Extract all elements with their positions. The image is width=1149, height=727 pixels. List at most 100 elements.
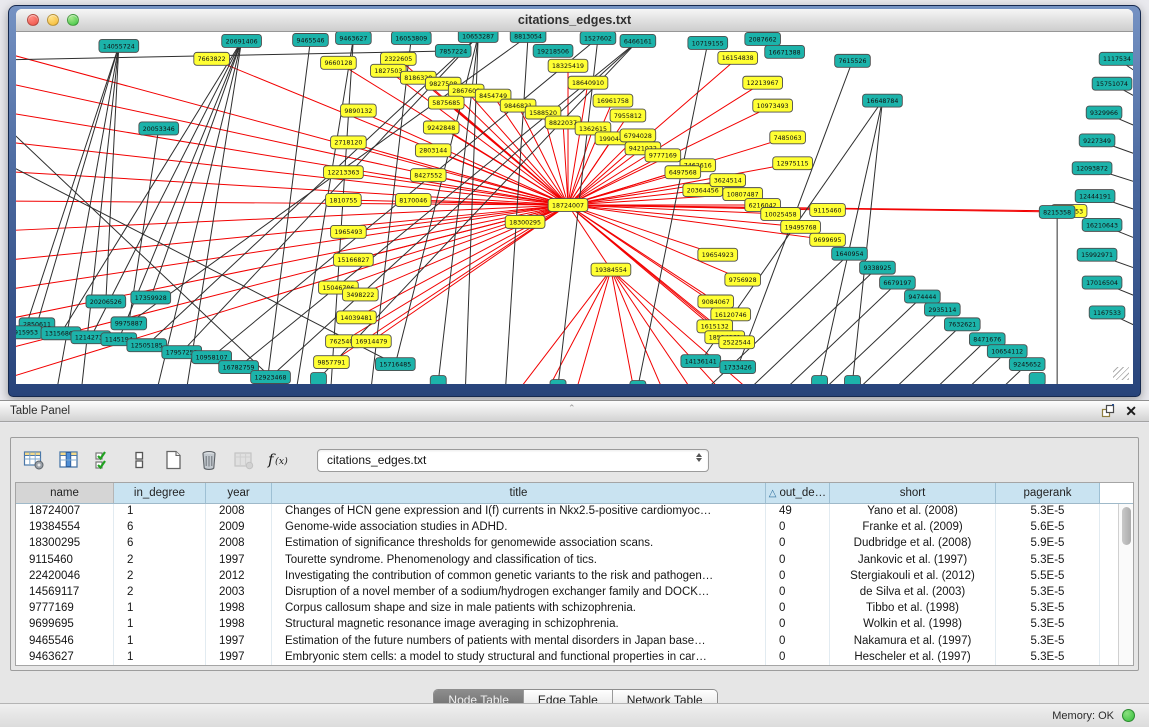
network-node[interactable]: 1117534	[1099, 52, 1133, 65]
network-node[interactable]: 14039481	[337, 311, 377, 324]
cell-pagerank[interactable]: 5.3E-5	[996, 650, 1100, 665]
network-node[interactable]: 1640954	[832, 247, 868, 260]
cell-short[interactable]: Wolkin et al. (1998)	[830, 617, 996, 633]
table-row[interactable]: 2242004622012Investigating the contribut…	[16, 569, 1133, 585]
network-node[interactable]	[812, 376, 828, 384]
network-node[interactable]: 20053346	[139, 122, 179, 135]
network-node[interactable]: 7663822	[194, 52, 230, 65]
cell-out_degree[interactable]: 0	[766, 585, 830, 601]
network-node[interactable]: 10653287	[458, 32, 498, 42]
cell-year[interactable]: 2003	[206, 585, 272, 601]
cell-year[interactable]: 2009	[206, 520, 272, 536]
cell-year[interactable]: 1998	[206, 601, 272, 617]
cell-title[interactable]: Structural magnetic resonance image aver…	[272, 617, 766, 633]
network-node[interactable]: 7485063	[770, 131, 806, 144]
network-canvas-svg[interactable]: 1872400723226051827503818632898275082867…	[16, 32, 1133, 384]
window-resize-grip[interactable]	[1113, 367, 1129, 380]
cell-in_degree[interactable]: 2	[114, 569, 206, 585]
cell-title[interactable]: Tourette syndrome. Phenomenology and cla…	[272, 553, 766, 569]
network-node[interactable]: 8427552	[410, 169, 446, 182]
network-node[interactable]: 12923468	[251, 371, 291, 384]
cell-year[interactable]: 1998	[206, 617, 272, 633]
cell-short[interactable]: Tibbo et al. (1998)	[830, 601, 996, 617]
cell-title[interactable]: Changes of HCN gene expression and I(f) …	[272, 504, 766, 520]
cell-year[interactable]: 1997	[206, 634, 272, 650]
cell-year[interactable]: 1997	[206, 553, 272, 569]
cell-name[interactable]: 9463627	[16, 650, 114, 665]
network-node[interactable]: 9242848	[423, 121, 459, 134]
network-node[interactable]: 6497568	[665, 166, 701, 179]
network-view-window[interactable]: citations_edges.txt 18724007232260518275…	[8, 5, 1141, 397]
cell-pagerank[interactable]: 5.6E-5	[996, 520, 1100, 536]
network-node[interactable]: 12444191	[1075, 190, 1115, 203]
cell-out_degree[interactable]: 0	[766, 634, 830, 650]
network-node[interactable]	[430, 376, 446, 384]
column-header-title[interactable]: title	[272, 483, 766, 503]
cell-in_degree[interactable]: 1	[114, 617, 206, 633]
cell-out_degree[interactable]: 0	[766, 536, 830, 552]
new-column-icon[interactable]	[159, 446, 189, 474]
network-node[interactable]: 7857224	[435, 44, 471, 57]
cell-pagerank[interactable]: 5.3E-5	[996, 585, 1100, 601]
cell-in_degree[interactable]: 2	[114, 553, 206, 569]
table-row[interactable]: 1830029562008Estimation of significance …	[16, 536, 1133, 552]
network-node[interactable]: 2087662	[745, 32, 781, 45]
network-window-titlebar[interactable]: citations_edges.txt	[16, 9, 1133, 32]
network-node[interactable]: 9975887	[111, 317, 147, 330]
network-node[interactable]: 19495768	[781, 220, 821, 233]
cell-title[interactable]: Estimation of the future numbers of pati…	[272, 634, 766, 650]
panel-resize-grip[interactable]: ⌃	[568, 403, 576, 414]
cell-pagerank[interactable]: 5.3E-5	[996, 634, 1100, 650]
cell-title[interactable]: Genome-wide association studies in ADHD.	[272, 520, 766, 536]
network-node[interactable]: 16154838	[718, 51, 758, 64]
cell-pagerank[interactable]: 5.3E-5	[996, 601, 1100, 617]
network-node[interactable]: 9474444	[905, 290, 941, 303]
column-header-out_degree[interactable]: △out_de…	[766, 483, 830, 503]
cell-title[interactable]: Estimation of significance thresholds fo…	[272, 536, 766, 552]
network-node[interactable]: 2718120	[331, 136, 367, 149]
function-builder-icon[interactable]: f (x)	[264, 446, 294, 474]
network-node[interactable]: 19218506	[533, 44, 573, 57]
table-row[interactable]: 969969511998Structural magnetic resonanc…	[16, 617, 1133, 633]
column-header-year[interactable]: year	[206, 483, 272, 503]
network-node[interactable]: 2935114	[925, 303, 961, 316]
network-node[interactable]	[845, 376, 861, 384]
vertical-scrollbar[interactable]	[1118, 504, 1133, 665]
cell-out_degree[interactable]: 0	[766, 553, 830, 569]
network-node[interactable]: 17016504	[1082, 276, 1122, 289]
cell-pagerank[interactable]: 5.5E-5	[996, 569, 1100, 585]
cell-name[interactable]: 18724007	[16, 504, 114, 520]
network-node[interactable]: 19654923	[698, 248, 738, 261]
cell-short[interactable]: Franke et al. (2009)	[830, 520, 996, 536]
cell-name[interactable]: 9777169	[16, 601, 114, 617]
cell-in_degree[interactable]: 2	[114, 585, 206, 601]
table-selector-dropdown[interactable]: citations_edges.txt	[317, 449, 709, 472]
network-node[interactable]: 8813054	[510, 32, 546, 42]
cell-short[interactable]: Dudbridge et al. (2008)	[830, 536, 996, 552]
network-node[interactable]: 8471676	[969, 333, 1005, 346]
network-node[interactable]: 12975115	[773, 157, 813, 170]
cell-out_degree[interactable]: 0	[766, 569, 830, 585]
network-node[interactable]: 10973493	[753, 99, 793, 112]
network-node[interactable]: 18724007	[548, 199, 588, 212]
network-node[interactable]: 19384554	[591, 263, 631, 276]
network-node[interactable]	[310, 373, 326, 384]
network-node[interactable]: 5875685	[428, 96, 464, 109]
table-row[interactable]: 1872400712008Changes of HCN gene express…	[16, 504, 1133, 520]
table-row[interactable]: 1938455462009Genome-wide association stu…	[16, 520, 1133, 536]
network-node[interactable]: 15716485	[375, 358, 415, 371]
cell-title[interactable]: Investigating the contribution of common…	[272, 569, 766, 585]
minimize-window-button[interactable]	[47, 14, 59, 26]
import-table-icon[interactable]	[229, 446, 259, 474]
show-column-icon[interactable]	[54, 446, 84, 474]
table-panel-header[interactable]: Table Panel ⌃ ✕	[0, 400, 1149, 422]
column-header-name[interactable]: name	[16, 483, 114, 503]
table-mode-icon[interactable]	[19, 446, 49, 474]
cell-year[interactable]: 2008	[206, 504, 272, 520]
cell-short[interactable]: Yano et al. (2008)	[830, 504, 996, 520]
cell-out_degree[interactable]: 0	[766, 650, 830, 665]
cell-pagerank[interactable]: 5.3E-5	[996, 617, 1100, 633]
delete-column-icon[interactable]	[194, 446, 224, 474]
network-node[interactable]: 18325419	[548, 59, 588, 72]
network-node[interactable]: 20691406	[222, 34, 262, 47]
